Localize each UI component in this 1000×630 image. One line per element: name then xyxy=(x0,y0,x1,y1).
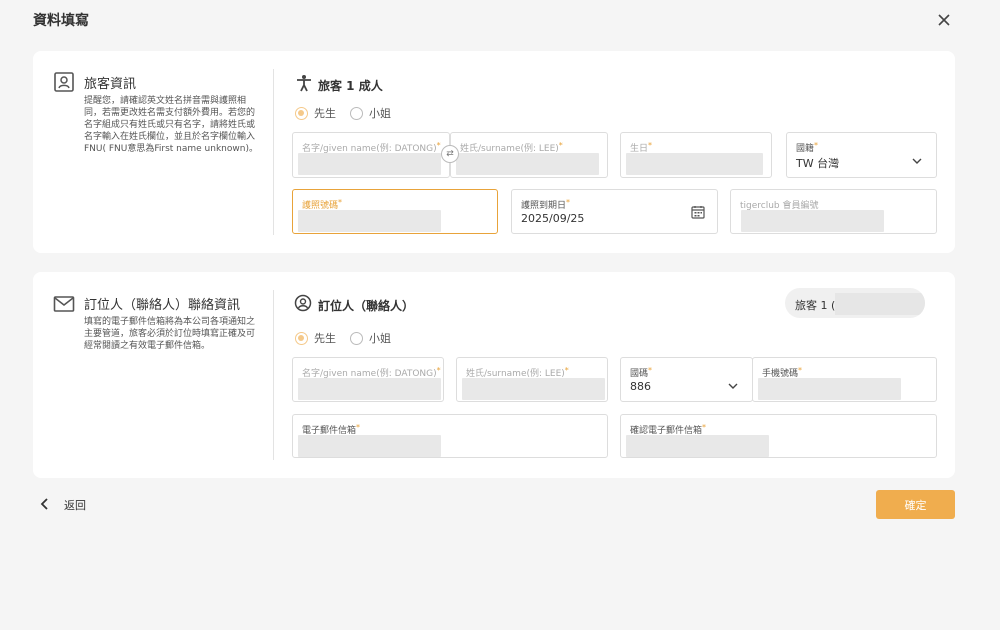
given-name-input-masked[interactable] xyxy=(298,153,441,175)
booker-surname-field[interactable]: 姓氏/surname(例: LEE)* xyxy=(456,357,608,402)
gender-radio-group: 先生 小姐 xyxy=(295,105,399,121)
section-divider xyxy=(273,69,274,235)
radio-ms[interactable] xyxy=(350,106,363,120)
person-icon xyxy=(295,74,313,92)
copy-passenger-pill[interactable]: 旅客 1 ( xyxy=(785,288,925,318)
booker-given-name-field[interactable]: 名字/given name(例: DATONG)* xyxy=(292,357,444,402)
country-code-value: 886 xyxy=(630,380,651,393)
birthday-input-masked[interactable] xyxy=(626,153,763,175)
passenger-title: 旅客 1 成人 xyxy=(318,79,383,93)
passport-expiry-field[interactable]: 護照到期日* 2025/09/25 xyxy=(511,189,718,234)
contact-section-description: 填寫的電子郵件信箱將為本公司各項通知之主要管道，旅客必須於訂位時填寫正確及可經常… xyxy=(84,317,256,351)
traveler-section-title: 旅客資訊 xyxy=(84,77,137,92)
given-name-field[interactable]: 名字/given name(例: DATONG)* xyxy=(292,132,450,178)
radio-ms-label: 小姐 xyxy=(369,107,391,120)
passport-expiry-value: 2025/09/25 xyxy=(521,212,585,225)
contact-info-card: 訂位人（聯絡人）聯絡資訊 填寫的電子郵件信箱將為本公司各項通知之主要管道，旅客必… xyxy=(33,272,955,478)
nationality-value: TW 台灣 xyxy=(796,157,840,170)
radio-mr[interactable] xyxy=(295,106,308,120)
country-code-select[interactable]: 國碼* 886 xyxy=(620,357,753,402)
passport-expiry-label: 護照到期日 xyxy=(521,201,567,211)
radio-ms-label: 小姐 xyxy=(369,332,391,345)
back-label: 返回 xyxy=(64,499,86,512)
member-number-field[interactable]: tigerclub 會員編號 xyxy=(730,189,937,234)
nationality-label: 國籍 xyxy=(796,144,815,154)
radio-ms[interactable] xyxy=(350,331,363,345)
birthday-field[interactable]: 生日* xyxy=(620,132,772,178)
traveler-section-description: 提醒您，請確認英文姓名拼音需與護照相同，若需更改姓名需支付額外費用。若您的名字組… xyxy=(84,96,258,154)
user-circle-icon xyxy=(294,294,312,312)
email-field[interactable]: 電子郵件信箱* xyxy=(292,414,608,458)
mobile-input-masked[interactable] xyxy=(758,378,901,400)
calendar-icon[interactable] xyxy=(691,204,705,219)
chevron-left-icon xyxy=(40,497,50,513)
radio-mr-label: 先生 xyxy=(314,107,336,120)
email-confirm-input-masked[interactable] xyxy=(626,435,769,457)
email-input-masked[interactable] xyxy=(298,435,441,457)
section-divider xyxy=(273,290,274,460)
surname-input-masked[interactable] xyxy=(456,153,599,175)
booker-given-name-input-masked[interactable] xyxy=(298,378,441,400)
passport-number-input-masked[interactable] xyxy=(298,210,441,232)
nationality-select[interactable]: 國籍* TW 台灣 xyxy=(786,132,937,178)
copy-passenger-masked xyxy=(835,293,925,315)
page-title: 資料填寫 xyxy=(33,13,89,29)
close-icon[interactable] xyxy=(934,10,954,30)
copy-passenger-label: 旅客 1 ( xyxy=(795,299,836,312)
surname-field[interactable]: 姓氏/surname(例: LEE)* xyxy=(450,132,608,178)
booker-gender-radio-group: 先生 小姐 xyxy=(295,330,399,346)
email-confirm-field[interactable]: 確認電子郵件信箱* xyxy=(620,414,937,458)
traveler-info-card: 旅客資訊 提醒您，請確認英文姓名拼音需與護照相同，若需更改姓名需支付額外費用。若… xyxy=(33,51,955,253)
passport-card-icon xyxy=(53,71,75,93)
mobile-field[interactable]: 手機號碼* xyxy=(752,357,937,402)
country-code-label: 國碼 xyxy=(630,369,649,379)
header-bar: 資料填寫 xyxy=(0,0,1000,40)
passport-number-field[interactable]: 護照號碼* xyxy=(292,189,498,234)
booker-title: 訂位人（聯絡人） xyxy=(318,299,415,313)
chevron-down-icon xyxy=(728,376,738,389)
contact-section-title: 訂位人（聯絡人）聯絡資訊 xyxy=(84,298,241,313)
confirm-button[interactable]: 確定 xyxy=(876,490,955,519)
chevron-down-icon xyxy=(912,151,922,164)
radio-mr[interactable] xyxy=(295,331,308,345)
swap-name-button[interactable]: ⇄ xyxy=(441,145,459,163)
booker-surname-input-masked[interactable] xyxy=(462,378,605,400)
back-button[interactable]: 返回 xyxy=(40,497,86,513)
member-number-input-masked[interactable] xyxy=(741,210,884,232)
radio-mr-label: 先生 xyxy=(314,332,336,345)
mail-icon xyxy=(53,293,75,315)
